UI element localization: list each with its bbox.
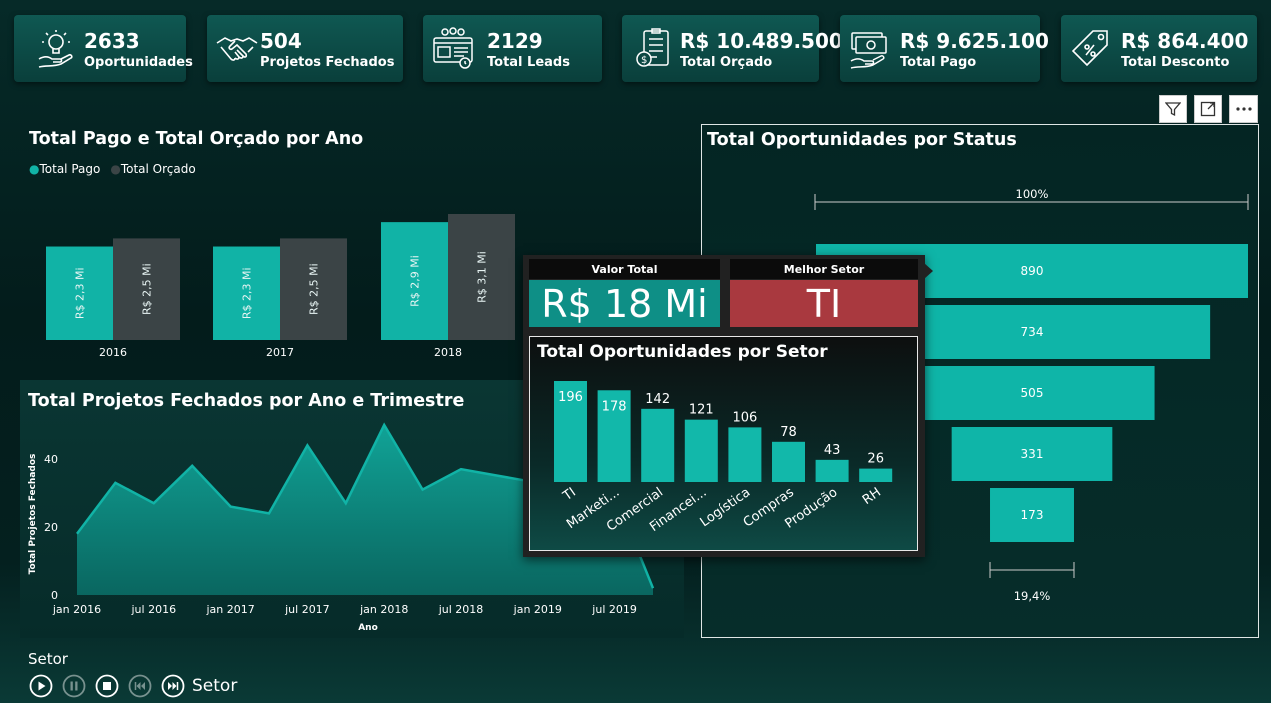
kpi-label: Total Orçado	[680, 55, 773, 70]
x-tick-label: jan 2016	[52, 603, 101, 616]
setor-bar	[859, 468, 893, 482]
kpi-card-oportunidades[interactable]: 2633 Oportunidades	[14, 15, 193, 82]
setor-data-label: 78	[780, 425, 797, 440]
setor-data-label: 26	[867, 452, 884, 467]
setor-data-label: 106	[732, 410, 757, 425]
play-button[interactable]	[29, 674, 53, 698]
y-tick-label: 20	[44, 521, 58, 534]
legend-item-total-pago[interactable]: ●Total Pago	[29, 162, 100, 176]
bar-data-label: R$ 2,5 Mi	[141, 263, 154, 315]
x-tick-label: jul 2016	[131, 603, 177, 616]
x-tick-label: 2016	[99, 346, 127, 359]
x-tick-label: jul 2019	[591, 603, 637, 616]
x-axis-label: Ano	[358, 623, 378, 633]
previous-button[interactable]	[128, 674, 152, 698]
bar-data-label: R$ 2,5 Mi	[308, 263, 321, 315]
filter-icon	[1165, 102, 1181, 117]
kpi-value: 504	[260, 29, 302, 53]
valor-total-header: Valor Total	[529, 259, 720, 279]
x-tick-label: jul 2017	[284, 603, 330, 616]
kpi-value: R$ 10.489.500	[680, 29, 843, 53]
stop-button[interactable]	[95, 674, 119, 698]
setor-bar-chart[interactable]: 196TI178Marketi...142Comercial121Finance…	[529, 336, 918, 551]
handshake-icon	[216, 37, 258, 61]
svg-text:$: $	[641, 55, 647, 66]
setor-data-label: 121	[689, 403, 714, 418]
melhor-setor-header: Melhor Setor	[730, 259, 918, 279]
setor-data-label: 196	[558, 390, 583, 405]
setor-category-label: TI	[560, 485, 579, 505]
bar-data-label: R$ 2,9 Mi	[409, 255, 422, 307]
kpi-label: Oportunidades	[84, 55, 193, 70]
funnel-stage-label: 890	[1021, 264, 1044, 278]
x-tick-label: jan 2019	[513, 603, 562, 616]
funnel-bottom-bracket	[989, 562, 1075, 578]
lightbulb-hand-icon	[38, 30, 73, 68]
tooltip-pointer	[924, 263, 933, 279]
funnel-stage-label: 331	[1021, 447, 1044, 461]
kpi-card-total-orcado[interactable]: $ R$ 10.489.500 Total Orçado	[622, 15, 843, 82]
kpi-card-total-leads[interactable]: 2129 Total Leads	[423, 15, 602, 82]
bar-data-label: R$ 3,1 Mi	[476, 251, 489, 303]
kpi-value: 2129	[487, 29, 543, 53]
focus-mode-button[interactable]	[1194, 95, 1222, 123]
funnel-stage-label: 505	[1021, 386, 1044, 400]
legend-item-total-orcado[interactable]: ●Total Orçado	[110, 162, 195, 176]
bar-chart-total-pago-orcado[interactable]: R$ 2,3 Mi R$ 2,5 Mi 2016 R$ 2,3 Mi R$ 2,5 Mi…	[20, 180, 540, 370]
setor-category-label: RH	[860, 485, 884, 508]
y-tick-label: 0	[51, 589, 58, 602]
kpi-card-projetos-fechados[interactable]: 504 Projetos Fechados	[207, 15, 403, 82]
kpi-value: 2633	[84, 29, 140, 53]
setor-bar	[728, 427, 762, 482]
leads-screen-icon	[433, 27, 473, 69]
setor-data-label: 178	[602, 399, 627, 414]
money-hand-icon	[850, 32, 887, 69]
kpi-label: Total Desconto	[1121, 55, 1230, 70]
setor-bar	[641, 408, 675, 482]
x-tick-label: 2017	[266, 346, 294, 359]
funnel-bottom-percent: 19,4%	[1014, 589, 1051, 603]
valor-total-value: R$ 18 Mi	[529, 280, 720, 327]
more-options-button[interactable]	[1229, 95, 1258, 123]
setor-bar	[684, 419, 718, 482]
more-options-icon	[1235, 107, 1252, 111]
funnel-stage-label: 734	[1021, 325, 1044, 339]
kpi-value: R$ 9.625.100	[900, 29, 1049, 53]
x-tick-label: jan 2017	[205, 603, 254, 616]
kpi-value: R$ 864.400	[1121, 29, 1249, 53]
focus-mode-icon	[1200, 101, 1216, 117]
budget-document-icon: $	[636, 28, 669, 67]
play-axis-current-value: Setor	[192, 676, 238, 696]
melhor-setor-value: TI	[730, 280, 918, 327]
play-axis-title: Setor	[28, 650, 68, 668]
setor-bar	[815, 459, 849, 482]
bar-chart-legend: ●Total Pago ●Total Orçado	[29, 162, 196, 176]
bar-data-label: R$ 2,3 Mi	[74, 267, 87, 319]
x-tick-label: jan 2018	[359, 603, 408, 616]
setor-data-label: 43	[824, 443, 841, 458]
kpi-label: Total Leads	[487, 55, 570, 70]
bar-data-label: R$ 2,3 Mi	[241, 267, 254, 319]
setor-bar	[772, 441, 805, 482]
funnel-stage-label: 173	[1021, 508, 1044, 522]
kpi-label: Projetos Fechados	[260, 55, 395, 70]
bar-chart-title: Total Pago e Total Orçado por Ano	[29, 129, 364, 149]
x-tick-label: 2018	[434, 346, 462, 359]
setor-data-label: 142	[645, 392, 670, 407]
kpi-card-total-desconto[interactable]: R$ 864.400 Total Desconto	[1061, 15, 1257, 82]
kpi-label: Total Pago	[900, 55, 977, 70]
kpi-card-total-pago[interactable]: R$ 9.625.100 Total Pago	[840, 15, 1049, 82]
discount-tag-icon	[1071, 30, 1108, 67]
x-tick-label: jul 2018	[438, 603, 484, 616]
y-tick-label: 40	[44, 453, 58, 466]
next-button[interactable]	[161, 674, 185, 698]
funnel-top-percent: 100%	[1016, 187, 1049, 201]
y-axis-label: Total Projetos Fechados	[28, 454, 38, 575]
pause-button[interactable]	[62, 674, 86, 698]
filter-button[interactable]	[1159, 95, 1187, 123]
